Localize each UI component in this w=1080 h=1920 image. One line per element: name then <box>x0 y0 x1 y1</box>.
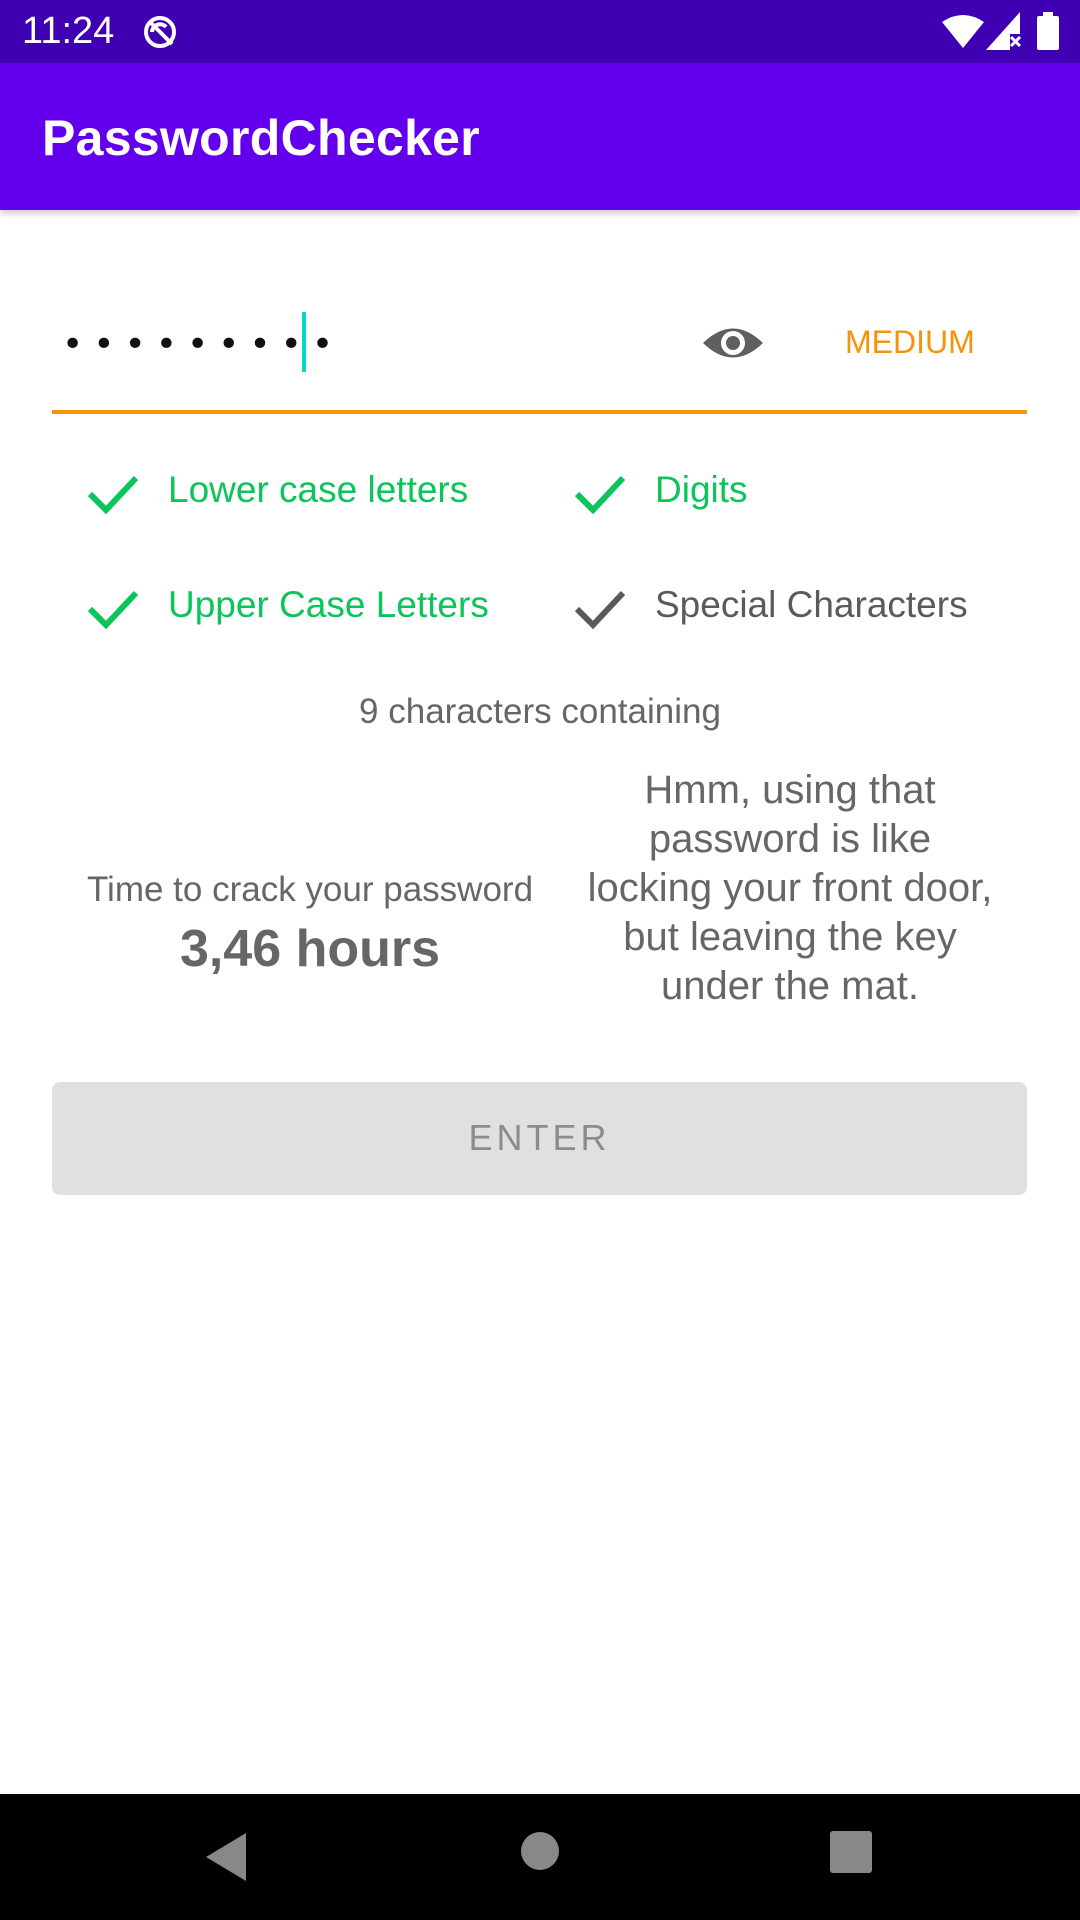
status-bar: 11:24 <box>0 0 1080 63</box>
check-icon <box>87 590 139 630</box>
home-circle-icon[interactable] <box>520 1831 560 1871</box>
screen: 11:24 PasswordChecker ••••••••• MEDIUM L… <box>0 0 1080 1920</box>
back-triangle-icon[interactable] <box>202 1831 250 1883</box>
eye-icon[interactable] <box>700 310 766 376</box>
sync-off-icon <box>144 16 176 48</box>
app-bar: PasswordChecker <box>0 63 1080 210</box>
criterion-label: Upper Case Letters <box>168 584 489 625</box>
criterion-label: Lower case letters <box>168 469 469 510</box>
password-underline <box>52 410 1027 414</box>
app-title: PasswordChecker <box>42 110 481 166</box>
character-count-text: 9 characters containing <box>359 692 721 731</box>
enter-button-label: ENTER <box>468 1117 611 1158</box>
text-cursor <box>302 312 306 372</box>
strength-label: MEDIUM <box>845 324 975 360</box>
wifi-icon <box>942 15 984 48</box>
crack-time-label: Time to crack your password <box>86 870 534 909</box>
enter-button[interactable]: ENTER <box>52 1082 1027 1195</box>
password-input-value[interactable]: ••••••••• <box>62 315 343 375</box>
signal-icon <box>986 12 1022 50</box>
navigation-bar <box>0 1794 1080 1920</box>
battery-icon <box>1037 12 1059 50</box>
recents-square-icon[interactable] <box>830 1831 872 1873</box>
advice-text: Hmm, using that password is like locking… <box>587 768 993 1008</box>
criterion-label: Digits <box>655 469 748 510</box>
check-icon <box>87 475 139 515</box>
status-time: 11:24 <box>22 10 115 52</box>
crack-time-value: 3,46 hours <box>179 920 441 978</box>
criterion-label: Special Characters <box>655 584 968 625</box>
check-icon <box>574 590 626 630</box>
password-field[interactable]: ••••••••• MEDIUM <box>52 280 1027 415</box>
check-icon <box>574 475 626 515</box>
